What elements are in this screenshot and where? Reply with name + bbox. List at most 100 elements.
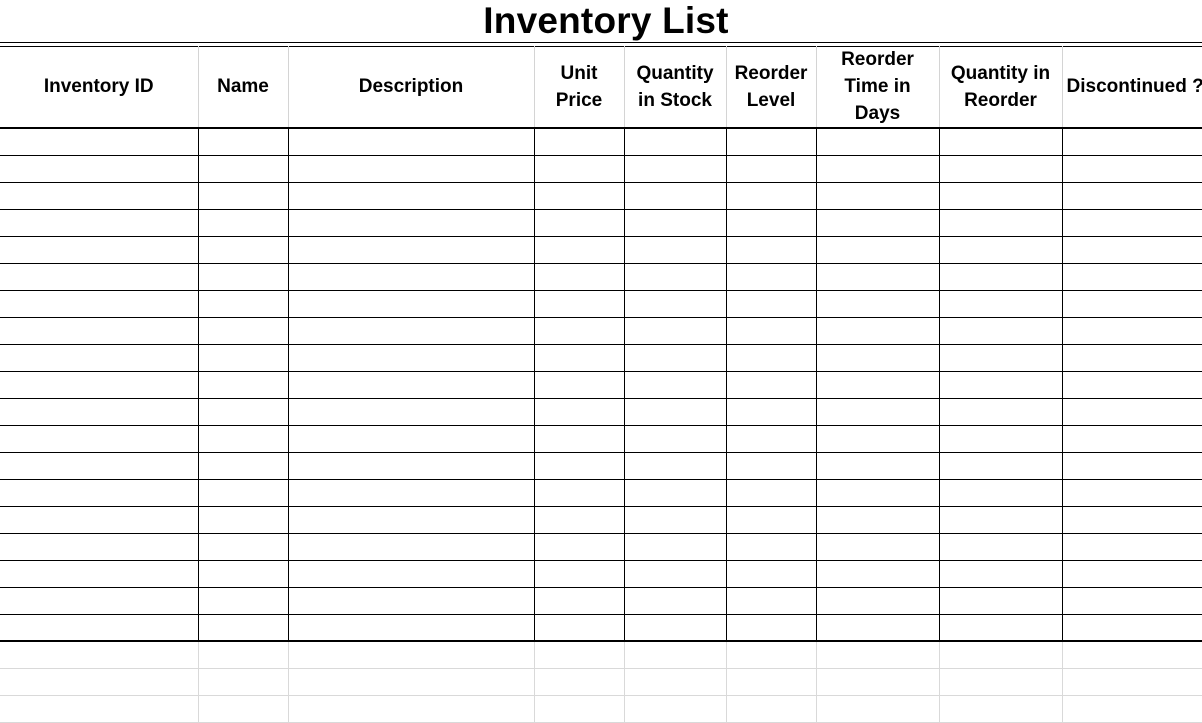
cell-name[interactable] bbox=[197, 289, 289, 318]
cell-reorder-time-in-days[interactable] bbox=[815, 316, 940, 345]
cell-unit-price[interactable] bbox=[533, 505, 625, 534]
cell-discontinued[interactable] bbox=[1061, 478, 1202, 507]
cell-description[interactable] bbox=[287, 397, 535, 426]
cell-quantity-in-stock[interactable] bbox=[623, 424, 727, 453]
cell-unit-price[interactable] bbox=[533, 235, 625, 264]
cell-unit-price[interactable] bbox=[533, 424, 625, 453]
cell-reorder-level[interactable] bbox=[725, 235, 817, 264]
cell-discontinued[interactable] bbox=[1061, 316, 1202, 345]
cell-discontinued[interactable] bbox=[1061, 424, 1202, 453]
cell-description[interactable] bbox=[287, 667, 535, 696]
cell-reorder-level[interactable] bbox=[725, 478, 817, 507]
cell-unit-price[interactable] bbox=[533, 559, 625, 588]
cell-reorder-level[interactable] bbox=[725, 208, 817, 237]
cell-name[interactable] bbox=[197, 532, 289, 561]
cell-name[interactable] bbox=[197, 208, 289, 237]
cell-name[interactable] bbox=[197, 451, 289, 480]
cell-quantity-in-reorder[interactable] bbox=[938, 127, 1063, 156]
cell-reorder-level[interactable] bbox=[725, 694, 817, 723]
cell-inventory-id[interactable] bbox=[0, 181, 199, 210]
cell-quantity-in-stock[interactable] bbox=[623, 586, 727, 615]
cell-reorder-time-in-days[interactable] bbox=[815, 235, 940, 264]
cell-inventory-id[interactable] bbox=[0, 208, 199, 237]
cell-quantity-in-stock[interactable] bbox=[623, 397, 727, 426]
cell-name[interactable] bbox=[197, 586, 289, 615]
cell-discontinued[interactable] bbox=[1061, 397, 1202, 426]
cell-discontinued[interactable] bbox=[1061, 532, 1202, 561]
cell-quantity-in-stock[interactable] bbox=[623, 235, 727, 264]
cell-quantity-in-reorder[interactable] bbox=[938, 559, 1063, 588]
cell-reorder-level[interactable] bbox=[725, 559, 817, 588]
cell-quantity-in-reorder[interactable] bbox=[938, 451, 1063, 480]
cell-quantity-in-stock[interactable] bbox=[623, 505, 727, 534]
cell-reorder-time-in-days[interactable] bbox=[815, 181, 940, 210]
cell-quantity-in-reorder[interactable] bbox=[938, 640, 1063, 669]
cell-discontinued[interactable] bbox=[1061, 235, 1202, 264]
cell-reorder-time-in-days[interactable] bbox=[815, 613, 940, 642]
cell-description[interactable] bbox=[287, 235, 535, 264]
column-header-unit-price[interactable]: Unit Price bbox=[533, 46, 625, 129]
cell-quantity-in-reorder[interactable] bbox=[938, 613, 1063, 642]
cell-quantity-in-reorder[interactable] bbox=[938, 532, 1063, 561]
cell-name[interactable] bbox=[197, 262, 289, 291]
column-header-description[interactable]: Description bbox=[287, 46, 535, 129]
cell-name[interactable] bbox=[197, 181, 289, 210]
cell-name[interactable] bbox=[197, 127, 289, 156]
cell-discontinued[interactable] bbox=[1061, 559, 1202, 588]
cell-reorder-level[interactable] bbox=[725, 397, 817, 426]
cell-discontinued[interactable] bbox=[1061, 127, 1202, 156]
cell-discontinued[interactable] bbox=[1061, 640, 1202, 669]
cell-description[interactable] bbox=[287, 262, 535, 291]
cell-discontinued[interactable] bbox=[1061, 262, 1202, 291]
cell-reorder-time-in-days[interactable] bbox=[815, 262, 940, 291]
cell-description[interactable] bbox=[287, 478, 535, 507]
cell-reorder-time-in-days[interactable] bbox=[815, 154, 940, 183]
cell-discontinued[interactable] bbox=[1061, 208, 1202, 237]
cell-description[interactable] bbox=[287, 208, 535, 237]
cell-inventory-id[interactable] bbox=[0, 451, 199, 480]
cell-unit-price[interactable] bbox=[533, 667, 625, 696]
cell-quantity-in-reorder[interactable] bbox=[938, 316, 1063, 345]
cell-quantity-in-reorder[interactable] bbox=[938, 262, 1063, 291]
cell-reorder-time-in-days[interactable] bbox=[815, 640, 940, 669]
cell-quantity-in-stock[interactable] bbox=[623, 343, 727, 372]
cell-reorder-time-in-days[interactable] bbox=[815, 559, 940, 588]
cell-name[interactable] bbox=[197, 370, 289, 399]
cell-unit-price[interactable] bbox=[533, 343, 625, 372]
cell-inventory-id[interactable] bbox=[0, 667, 199, 696]
cell-discontinued[interactable] bbox=[1061, 613, 1202, 642]
cell-inventory-id[interactable] bbox=[0, 613, 199, 642]
cell-inventory-id[interactable] bbox=[0, 505, 199, 534]
cell-name[interactable] bbox=[197, 667, 289, 696]
cell-quantity-in-stock[interactable] bbox=[623, 694, 727, 723]
cell-description[interactable] bbox=[287, 505, 535, 534]
cell-reorder-time-in-days[interactable] bbox=[815, 343, 940, 372]
cell-quantity-in-stock[interactable] bbox=[623, 559, 727, 588]
cell-unit-price[interactable] bbox=[533, 613, 625, 642]
column-header-inventory-id[interactable]: Inventory ID bbox=[0, 46, 199, 129]
cell-name[interactable] bbox=[197, 694, 289, 723]
cell-quantity-in-stock[interactable] bbox=[623, 208, 727, 237]
cell-quantity-in-reorder[interactable] bbox=[938, 586, 1063, 615]
cell-quantity-in-reorder[interactable] bbox=[938, 154, 1063, 183]
cell-discontinued[interactable] bbox=[1061, 181, 1202, 210]
cell-name[interactable] bbox=[197, 613, 289, 642]
cell-discontinued[interactable] bbox=[1061, 154, 1202, 183]
cell-quantity-in-reorder[interactable] bbox=[938, 694, 1063, 723]
cell-description[interactable] bbox=[287, 154, 535, 183]
cell-name[interactable] bbox=[197, 316, 289, 345]
cell-inventory-id[interactable] bbox=[0, 370, 199, 399]
cell-description[interactable] bbox=[287, 289, 535, 318]
cell-reorder-time-in-days[interactable] bbox=[815, 289, 940, 318]
cell-quantity-in-stock[interactable] bbox=[623, 262, 727, 291]
cell-reorder-level[interactable] bbox=[725, 289, 817, 318]
cell-quantity-in-stock[interactable] bbox=[623, 370, 727, 399]
cell-discontinued[interactable] bbox=[1061, 343, 1202, 372]
cell-description[interactable] bbox=[287, 613, 535, 642]
cell-quantity-in-stock[interactable] bbox=[623, 316, 727, 345]
cell-quantity-in-reorder[interactable] bbox=[938, 343, 1063, 372]
cell-reorder-time-in-days[interactable] bbox=[815, 505, 940, 534]
cell-name[interactable] bbox=[197, 424, 289, 453]
cell-quantity-in-reorder[interactable] bbox=[938, 289, 1063, 318]
cell-description[interactable] bbox=[287, 370, 535, 399]
